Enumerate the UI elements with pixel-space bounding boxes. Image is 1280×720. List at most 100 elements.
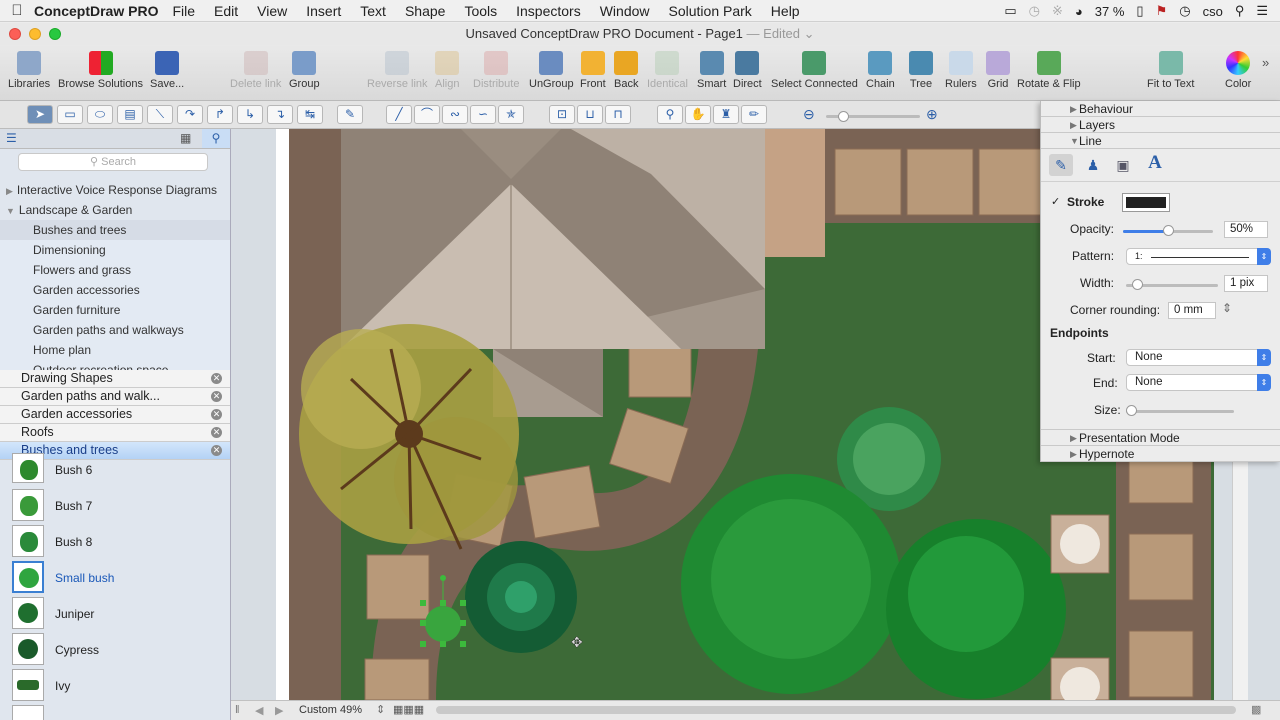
fit-page-icon[interactable]: ▩ — [1251, 703, 1261, 716]
menu-solution-park[interactable]: Solution Park — [669, 3, 752, 19]
size-slider[interactable] — [1126, 410, 1234, 413]
smart-connector-tool[interactable]: ↱ — [207, 105, 233, 124]
save-button[interactable]: Save... — [150, 51, 184, 90]
airplay-icon[interactable]: ▭ — [1004, 3, 1016, 19]
width-field[interactable]: 1 pix — [1224, 275, 1268, 292]
opacity-slider-knob[interactable] — [1163, 225, 1174, 236]
stroke-color-swatch[interactable] — [1122, 193, 1170, 212]
menu-view[interactable]: View — [257, 3, 287, 19]
shape-cypress[interactable]: Cypress — [0, 630, 230, 666]
eyedropper-tool[interactable]: ✏ — [741, 105, 767, 124]
crop-tool[interactable]: ⊡ — [549, 105, 575, 124]
tree-item-landscape-garden[interactable]: ▼ Landscape & Garden — [0, 200, 230, 220]
section-layers[interactable]: ▶ Layers — [1041, 117, 1280, 133]
menu-edit[interactable]: Edit — [214, 3, 238, 19]
tree-item-bushes-trees[interactable]: Bushes and trees — [0, 220, 230, 240]
minimize-button[interactable] — [29, 28, 41, 40]
rectangle-tool[interactable]: ▭ — [57, 105, 83, 124]
wifi-icon[interactable]: ◕ — [1075, 4, 1083, 19]
library-garden-paths[interactable]: Garden paths and walk... ✕ — [0, 388, 230, 406]
corner-rounding-stepper[interactable]: ⇕ — [1222, 301, 1232, 315]
user-name[interactable]: cso — [1203, 4, 1223, 19]
tree-item-dimensioning[interactable]: Dimensioning — [0, 240, 230, 260]
curve-connector-tool[interactable]: ↷ — [177, 105, 203, 124]
text-tool[interactable]: ▤ — [117, 105, 143, 124]
menu-help[interactable]: Help — [771, 3, 800, 19]
menu-tools[interactable]: Tools — [464, 3, 497, 19]
tree-view-icon[interactable]: ☰ — [6, 131, 17, 145]
smart-button[interactable]: Smart — [697, 51, 726, 90]
intersect-tool[interactable]: ⊓ — [605, 105, 631, 124]
page-next-icon[interactable]: ▶ — [275, 704, 283, 717]
close-library-icon[interactable]: ✕ — [211, 373, 222, 384]
menu-text[interactable]: Text — [360, 3, 386, 19]
size-slider-knob[interactable] — [1126, 405, 1137, 416]
ungroup-button[interactable]: UnGroup — [529, 51, 574, 90]
section-line[interactable]: ▼ Line — [1041, 133, 1280, 149]
zoom-slider-knob[interactable] — [838, 111, 849, 122]
reverse-link-button[interactable]: Reverse link — [367, 51, 428, 90]
draw-arc-tool[interactable]: ⌒ — [414, 105, 440, 124]
opacity-field[interactable]: 50% — [1224, 221, 1268, 238]
search-input[interactable]: ⚲ Search — [18, 153, 208, 171]
fill-tab-icon[interactable]: ♟ — [1081, 154, 1105, 176]
zoom-level[interactable]: Custom 49% — [299, 704, 362, 716]
draw-freehand-tool[interactable]: ✯ — [498, 105, 524, 124]
section-hypernote[interactable]: ▶ Hypernote — [1041, 446, 1280, 462]
close-library-icon[interactable]: ✕ — [211, 391, 222, 402]
grid-button[interactable]: Grid — [986, 51, 1010, 90]
shadow-tab-icon[interactable]: ▣ — [1111, 154, 1135, 176]
tree-item-ivr[interactable]: ▶ Interactive Voice Response Diagrams — [0, 180, 230, 200]
time-machine-icon[interactable]: ◷ — [1029, 3, 1040, 19]
tree-item-outdoor-recreation[interactable]: Outdoor recreation space — [0, 360, 230, 370]
delete-link-button[interactable]: Delete link — [230, 51, 281, 90]
shape-bush-6[interactable]: Bush 6 — [0, 451, 230, 487]
draw-line-tool[interactable]: ╱ — [386, 105, 412, 124]
menu-shape[interactable]: Shape — [405, 3, 445, 19]
tree-item-flowers-grass[interactable]: Flowers and grass — [0, 260, 230, 280]
shape-ivy[interactable]: Ivy — [0, 666, 230, 702]
color-button[interactable]: Color — [1225, 51, 1251, 90]
pointer-tool[interactable]: ➤ — [27, 105, 53, 124]
grid-view-icon[interactable]: ▦ — [180, 131, 191, 145]
close-button[interactable] — [9, 28, 21, 40]
rotate-flip-button[interactable]: Rotate & Flip — [1017, 51, 1081, 90]
arc-connector-tool[interactable]: ↳ — [237, 105, 263, 124]
spotlight-icon[interactable]: ⚲ — [1235, 3, 1245, 19]
ellipse-tool[interactable]: ⬭ — [87, 105, 113, 124]
menu-inspectors[interactable]: Inspectors — [516, 3, 581, 19]
start-endpoint-dropdown[interactable]: None ⇕ — [1126, 349, 1271, 366]
close-library-icon[interactable]: ✕ — [211, 427, 222, 438]
menu-app-name[interactable]: ConceptDraw PRO — [34, 3, 158, 19]
page-prev-icon[interactable]: ◀ — [255, 704, 263, 717]
width-slider-knob[interactable] — [1132, 279, 1143, 290]
clock-icon[interactable]: ◷ — [1179, 3, 1190, 19]
group-button[interactable]: Group — [289, 51, 320, 90]
bluetooth-icon[interactable]: ※ — [1052, 3, 1063, 19]
section-behaviour[interactable]: ▶ Behaviour — [1041, 101, 1280, 117]
shape-juniper[interactable]: Juniper — [0, 594, 230, 630]
close-library-icon[interactable]: ✕ — [211, 409, 222, 420]
menu-window[interactable]: Window — [600, 3, 650, 19]
chain-button[interactable]: Chain — [866, 51, 895, 90]
menu-file[interactable]: File — [172, 3, 195, 19]
shape-next[interactable] — [0, 702, 230, 720]
zoom-tool[interactable]: ⚲ — [657, 105, 683, 124]
corner-rounding-field[interactable]: 0 mm — [1168, 302, 1216, 319]
apple-icon[interactable]:  — [0, 2, 34, 19]
zoom-out-icon[interactable]: ⊖ — [803, 106, 815, 123]
edited-indicator[interactable]: — Edited ⌄ — [747, 26, 815, 41]
view-mode-icons[interactable]: ▦▦▦ — [393, 703, 424, 716]
direct-button[interactable]: Direct — [733, 51, 762, 90]
toolbar-overflow-icon[interactable]: » — [1262, 55, 1269, 70]
stroke-checkbox[interactable]: ✓ — [1051, 195, 1060, 208]
library-roofs[interactable]: Roofs ✕ — [0, 424, 230, 442]
horizontal-scrollbar[interactable] — [436, 706, 1236, 714]
zoom-slider[interactable] — [826, 111, 920, 122]
identical-button[interactable]: Identical — [647, 51, 688, 90]
menu-insert[interactable]: Insert — [306, 3, 341, 19]
draw-bezier-tool[interactable]: ∾ — [442, 105, 468, 124]
union-tool[interactable]: ⊔ — [577, 105, 603, 124]
pattern-dropdown[interactable]: 1: ⇕ — [1126, 248, 1271, 265]
browse-solutions-button[interactable]: Browse Solutions — [58, 51, 143, 90]
